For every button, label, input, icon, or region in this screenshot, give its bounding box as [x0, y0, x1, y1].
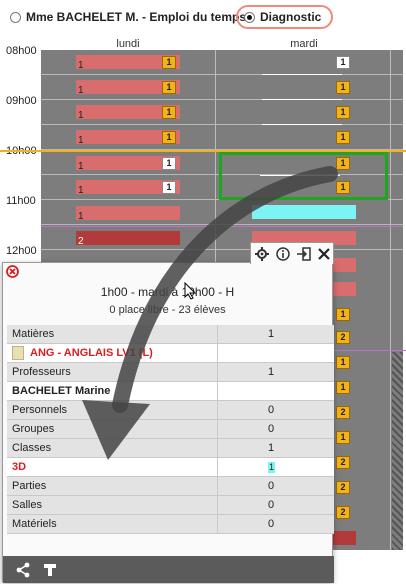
curved-arrow-overlay	[82, 166, 338, 460]
mouse-pointer-icon	[184, 282, 196, 300]
